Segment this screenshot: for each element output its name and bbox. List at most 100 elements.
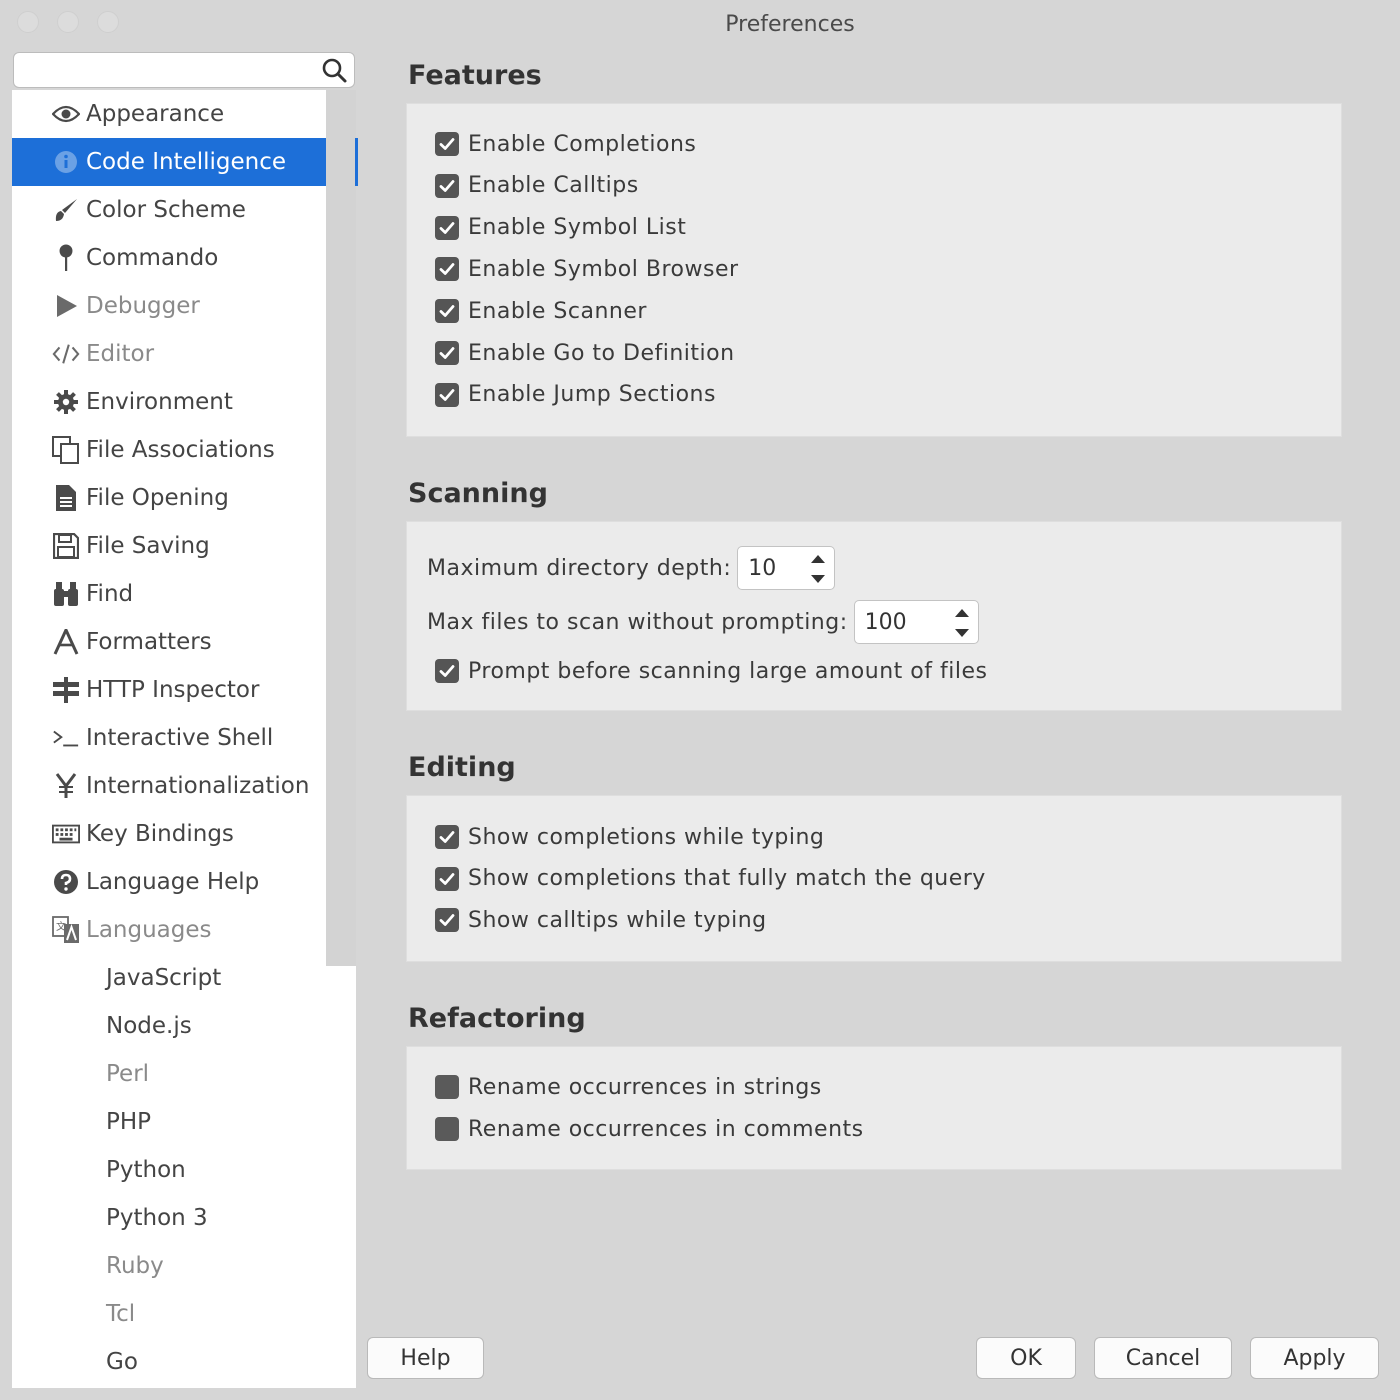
- sidebar-item-key-bindings[interactable]: Key Bindings: [12, 810, 326, 858]
- refactoring-option-checkbox[interactable]: Rename occurrences in comments: [435, 1114, 864, 1144]
- max-depth-stepper[interactable]: [737, 546, 836, 590]
- features-option-checkbox[interactable]: Enable Jump Sections: [435, 380, 716, 410]
- sidebar-language-python-3[interactable]: Python 3: [12, 1194, 326, 1242]
- features-option-checkbox[interactable]: Enable Symbol List: [435, 213, 686, 243]
- features-option-checkbox[interactable]: Enable Go to Definition: [435, 338, 735, 368]
- max-files-label: Max files to scan without prompting:: [427, 609, 848, 635]
- sidebar-item-label: Languages: [86, 917, 212, 943]
- features-option-checkbox[interactable]: Enable Symbol Browser: [435, 254, 739, 284]
- sidebar-item-language-help[interactable]: Language Help: [12, 858, 326, 906]
- sidebar-item-color-scheme[interactable]: Color Scheme: [12, 186, 326, 234]
- features-option-checkbox[interactable]: Enable Completions: [435, 129, 696, 159]
- sidebar-scrollbar[interactable]: [326, 90, 356, 966]
- features-option-checkbox[interactable]: Enable Calltips: [435, 171, 639, 201]
- sidebar-language-tcl[interactable]: Tcl: [12, 1290, 326, 1338]
- info-icon: [52, 148, 80, 176]
- help-button[interactable]: Help: [367, 1337, 484, 1379]
- sidebar-item-editor[interactable]: Editor: [12, 330, 326, 378]
- brush-icon: [52, 196, 80, 224]
- title-bar: Preferences: [0, 0, 1400, 52]
- sidebar-item-file-associations[interactable]: File Associations: [12, 426, 326, 474]
- sidebar-item-appearance[interactable]: Appearance: [12, 90, 326, 138]
- search-input[interactable]: [22, 57, 316, 85]
- prompt-before-scanning-checkbox[interactable]: Prompt before scanning large amount of f…: [435, 656, 987, 686]
- checkbox-label: Enable Jump Sections: [468, 382, 716, 408]
- sidebar-language-perl[interactable]: Perl: [12, 1050, 326, 1098]
- cancel-button[interactable]: Cancel: [1094, 1337, 1232, 1379]
- editing-panel: Show completions while typing Show comple…: [406, 795, 1342, 962]
- checkbox-checked-icon[interactable]: [435, 659, 459, 683]
- checkbox-checked-icon[interactable]: [435, 215, 459, 240]
- checkbox-label: Enable Completions: [468, 131, 697, 157]
- checkbox-unchecked-icon[interactable]: [435, 1117, 459, 1141]
- sidebar-item-languages[interactable]: 文 Languages: [12, 906, 326, 954]
- pin-icon: [52, 244, 80, 272]
- sidebar-item-internationalization[interactable]: Internationalization: [12, 762, 326, 810]
- sidebar-item-environment[interactable]: Environment: [12, 378, 326, 426]
- document-icon: [52, 484, 80, 512]
- sidebar-language-ruby[interactable]: Ruby: [12, 1242, 326, 1290]
- sidebar-item-label: File Saving: [86, 533, 210, 559]
- checkbox-checked-icon[interactable]: [435, 341, 459, 365]
- sidebar-item-label: Code Intelligence: [86, 149, 287, 175]
- checkbox-checked-icon[interactable]: [435, 257, 459, 282]
- sidebar-item-formatters[interactable]: Formatters: [12, 618, 326, 666]
- max-files-stepper[interactable]: [853, 600, 979, 644]
- features-option-checkbox[interactable]: Enable Scanner: [435, 296, 647, 326]
- sidebar-language-python[interactable]: Python: [12, 1146, 326, 1194]
- sidebar-language-go[interactable]: Go: [12, 1338, 326, 1386]
- sidebar-item-file-saving[interactable]: File Saving: [12, 522, 326, 570]
- preferences-sidebar: Appearance Code Intelligence Color Scheme C…: [12, 90, 356, 1388]
- eye-icon: [52, 100, 80, 128]
- sidebar-item-find[interactable]: Find: [12, 570, 326, 618]
- sidebar-language-javascript[interactable]: JavaScript: [12, 954, 326, 1002]
- checkbox-checked-icon[interactable]: [435, 825, 459, 849]
- checkbox-checked-icon[interactable]: [435, 866, 459, 891]
- checkbox-checked-icon[interactable]: [435, 299, 459, 324]
- checkbox-checked-icon[interactable]: [435, 132, 459, 156]
- checkbox-label: Enable Calltips: [468, 173, 639, 199]
- refactoring-panel: Rename occurrences in strings Rename occu…: [406, 1046, 1342, 1170]
- checkbox-label: Rename occurrences in comments: [468, 1116, 864, 1142]
- max-files-input[interactable]: [862, 609, 937, 636]
- search-field[interactable]: [13, 52, 355, 88]
- max-depth-label: Maximum directory depth:: [427, 555, 732, 581]
- window-title: Preferences: [725, 12, 855, 37]
- sidebar-item-label: HTTP Inspector: [86, 677, 260, 703]
- editing-option-checkbox[interactable]: Show completions while typing: [435, 822, 824, 852]
- yen-icon: [52, 772, 80, 800]
- sidebar-item-http-inspector[interactable]: HTTP Inspector: [12, 666, 326, 714]
- refactoring-option-checkbox[interactable]: Rename occurrences in strings: [435, 1072, 822, 1102]
- stepper-arrows-icon[interactable]: [952, 605, 972, 641]
- checkbox-unchecked-icon[interactable]: [435, 1075, 459, 1099]
- max-depth-input[interactable]: [746, 555, 801, 582]
- sidebar-item-label: Key Bindings: [86, 821, 234, 847]
- sidebar-item-file-opening[interactable]: File Opening: [12, 474, 326, 522]
- apply-button[interactable]: Apply: [1250, 1337, 1379, 1379]
- font-icon: [52, 628, 80, 656]
- search-icon[interactable]: [320, 56, 348, 84]
- keyboard-icon: [52, 820, 80, 848]
- sidebar-item-commando[interactable]: Commando: [12, 234, 326, 282]
- checkbox-checked-icon[interactable]: [435, 173, 459, 198]
- ok-button[interactable]: OK: [976, 1337, 1076, 1379]
- sidebar-language-node-js[interactable]: Node.js: [12, 1002, 326, 1050]
- sidebar-item-label: Find: [86, 581, 134, 607]
- sidebar-item-label: Language Help: [86, 869, 260, 895]
- stepper-arrows-icon[interactable]: [808, 551, 828, 587]
- sidebar-item-code-intelligence[interactable]: Code Intelligence: [12, 138, 326, 186]
- sidebar-language-php[interactable]: PHP: [12, 1098, 326, 1146]
- checkbox-label: Enable Scanner: [468, 298, 647, 324]
- checkbox-checked-icon[interactable]: [435, 382, 459, 407]
- editing-option-checkbox[interactable]: Show calltips while typing: [435, 905, 767, 935]
- sidebar-item-interactive-shell[interactable]: Interactive Shell: [12, 714, 326, 762]
- sidebar-item-label: Color Scheme: [86, 197, 246, 223]
- checkbox-checked-icon[interactable]: [435, 908, 459, 932]
- sidebar-item-label: Commando: [86, 245, 219, 271]
- scanning-title: Scanning: [408, 478, 548, 509]
- checkbox-label: Show completions that fully match the qu…: [468, 866, 986, 891]
- signpost-icon: [52, 676, 80, 704]
- editing-option-checkbox[interactable]: Show completions that fully match the qu…: [435, 864, 986, 894]
- max-files-row: Max files to scan without prompting:: [427, 600, 979, 644]
- sidebar-item-debugger[interactable]: Debugger: [12, 282, 326, 330]
